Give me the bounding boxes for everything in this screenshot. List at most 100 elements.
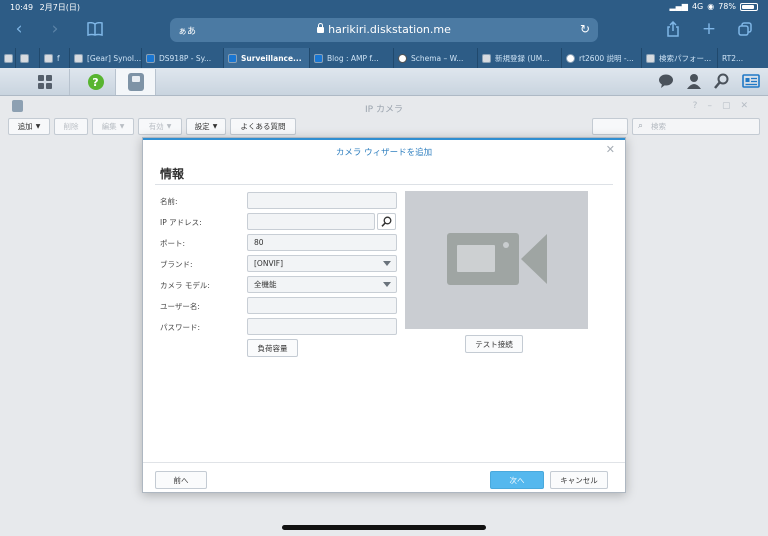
user-icon[interactable] (686, 73, 702, 93)
add-label: 追加 (17, 122, 33, 131)
favicon-icon (74, 53, 83, 63)
caret-down-icon: ▼ (35, 123, 41, 130)
edit-label: 編集 (101, 122, 117, 131)
capability-button[interactable]: 負荷容量 (247, 339, 298, 357)
faq-label: よくある質問 (240, 122, 286, 131)
tabs-overview-icon[interactable] (734, 18, 756, 40)
grid-icon (37, 75, 52, 89)
delete-label: 削除 (63, 122, 79, 131)
brand-value: [ONVIF] (254, 259, 284, 268)
camera-lens (521, 234, 547, 284)
tab-item[interactable]: 新規登録 (UM... (478, 48, 562, 68)
tab-item[interactable]: [Gear] Synol... (70, 48, 142, 68)
cancel-button[interactable]: キャンセル (550, 471, 608, 489)
tab-item[interactable]: DS918P - Sy... (142, 48, 224, 68)
modal-accent-bar (143, 138, 625, 140)
forward-icon[interactable]: › (44, 18, 66, 40)
url-label: harikiri.diskstation.me (328, 23, 451, 36)
tab-item[interactable] (0, 48, 16, 68)
dsm-header: ? (0, 68, 768, 96)
ip-address-field[interactable] (247, 213, 375, 230)
port-field[interactable]: 80 (247, 234, 397, 251)
next-label: 次へ (509, 475, 525, 485)
search-icon[interactable] (714, 73, 730, 93)
camera-app-icon (127, 73, 144, 91)
password-field[interactable] (247, 318, 397, 335)
view-mode-select[interactable] (592, 118, 628, 135)
tab-item[interactable]: Blog : AMP f... (310, 48, 394, 68)
next-button[interactable]: 次へ (490, 471, 544, 489)
status-time-date: 10:49 2月7日(日) (10, 2, 80, 13)
capability-label: 負荷容量 (257, 343, 288, 353)
faq-button[interactable]: よくある質問 (230, 118, 296, 135)
share-icon[interactable] (662, 18, 684, 40)
modal-title: カメラ ウィザードを追加 (335, 148, 433, 158)
app-window-titlebar: IP カメラ ?–▢✕ (0, 97, 768, 117)
battery-icon (740, 2, 758, 11)
status-date: 2月7日(日) (39, 3, 81, 12)
tab-label: rt2600 説明 -... (579, 53, 634, 63)
add-camera-wizard-dialog: カメラ ウィザードを追加 ✕ 情報 名前: IP アドレス: ポート: 80 ブ… (142, 137, 626, 493)
surveillance-app-button[interactable] (116, 69, 156, 95)
tab-item[interactable]: rt2600 説明 -... (562, 48, 642, 68)
edit-button[interactable]: 編集 ▼ (92, 118, 134, 135)
test-connection-button[interactable]: テスト接続 (465, 335, 523, 353)
search-icon (381, 216, 392, 227)
user-label: ユーザー名: (160, 302, 200, 311)
favicon-icon (20, 53, 29, 63)
main-menu-button[interactable] (20, 69, 70, 95)
tab-item[interactable]: RT2... (718, 48, 768, 68)
tab-bar: f [Gear] Synol... DS918P - Sy... Surveil… (0, 48, 768, 68)
help-app-button[interactable]: ? (76, 69, 116, 95)
tab-label: 新規登録 (UM... (495, 53, 550, 63)
search-input[interactable]: ⌕ 検索 (632, 118, 760, 135)
back-button[interactable]: 前へ (155, 471, 207, 489)
tab-item[interactable]: Schema – W... (394, 48, 478, 68)
reload-icon[interactable]: ↻ (580, 22, 590, 36)
settings-button[interactable]: 設定 ▼ (186, 118, 226, 135)
back-icon[interactable]: ‹ (8, 18, 30, 40)
url-text: harikiri.diskstation.me (170, 23, 598, 36)
camera-model-select[interactable]: 全機能 (247, 276, 397, 293)
port-label: ポート: (160, 239, 186, 248)
tab-item[interactable] (16, 48, 40, 68)
footer-divider (143, 462, 625, 463)
tab-item-active[interactable]: Surveillance... (224, 48, 310, 68)
status-right: ▂▄▆ 4G ◉ 78% (669, 2, 758, 11)
widgets-icon[interactable] (742, 73, 760, 93)
favicon-icon (566, 53, 575, 63)
favicon-icon (44, 53, 53, 63)
brand-label: ブランド: (160, 260, 193, 269)
username-field[interactable] (247, 297, 397, 314)
settings-label: 設定 (194, 122, 210, 131)
back-label: 前へ (173, 475, 189, 485)
brand-select[interactable]: [ONVIF] (247, 255, 397, 272)
app-toolbar: 追加 ▼ 削除 編集 ▼ 有効 ▼ 設定 ▼ よくある質問 ⌕ 検索 (0, 117, 768, 137)
favicon-icon (398, 53, 407, 63)
chevron-down-icon (383, 261, 391, 266)
tab-item[interactable]: f (40, 48, 70, 68)
window-controls[interactable]: ?–▢✕ (693, 101, 758, 111)
status-time: 10:49 (10, 3, 34, 12)
caret-down-icon: ▼ (166, 123, 172, 130)
location-icon: ◉ (707, 2, 715, 11)
close-icon[interactable]: ✕ (606, 143, 615, 156)
ip-search-button[interactable] (377, 213, 396, 230)
delete-button[interactable]: 削除 (54, 118, 88, 135)
home-indicator[interactable] (282, 525, 486, 530)
chat-icon[interactable] (658, 73, 674, 93)
favicon-icon (228, 53, 237, 63)
tab-label: RT2... (722, 53, 744, 63)
name-field[interactable] (247, 192, 397, 209)
add-button[interactable]: 追加 ▼ (8, 118, 50, 135)
tab-label: f (57, 53, 60, 63)
new-tab-icon[interactable]: + (698, 18, 720, 40)
favicon-icon (4, 53, 13, 63)
enable-button[interactable]: 有効 ▼ (138, 118, 182, 135)
address-bar[interactable]: ぁあ harikiri.diskstation.me ↻ (170, 18, 598, 42)
favicon-icon (482, 53, 491, 63)
safari-toolbar: ‹ › ぁあ harikiri.diskstation.me ↻ + (0, 14, 768, 46)
favicon-icon (146, 53, 155, 63)
tab-item[interactable]: 検索パフォー... (642, 48, 718, 68)
bookmarks-icon[interactable] (84, 18, 106, 40)
